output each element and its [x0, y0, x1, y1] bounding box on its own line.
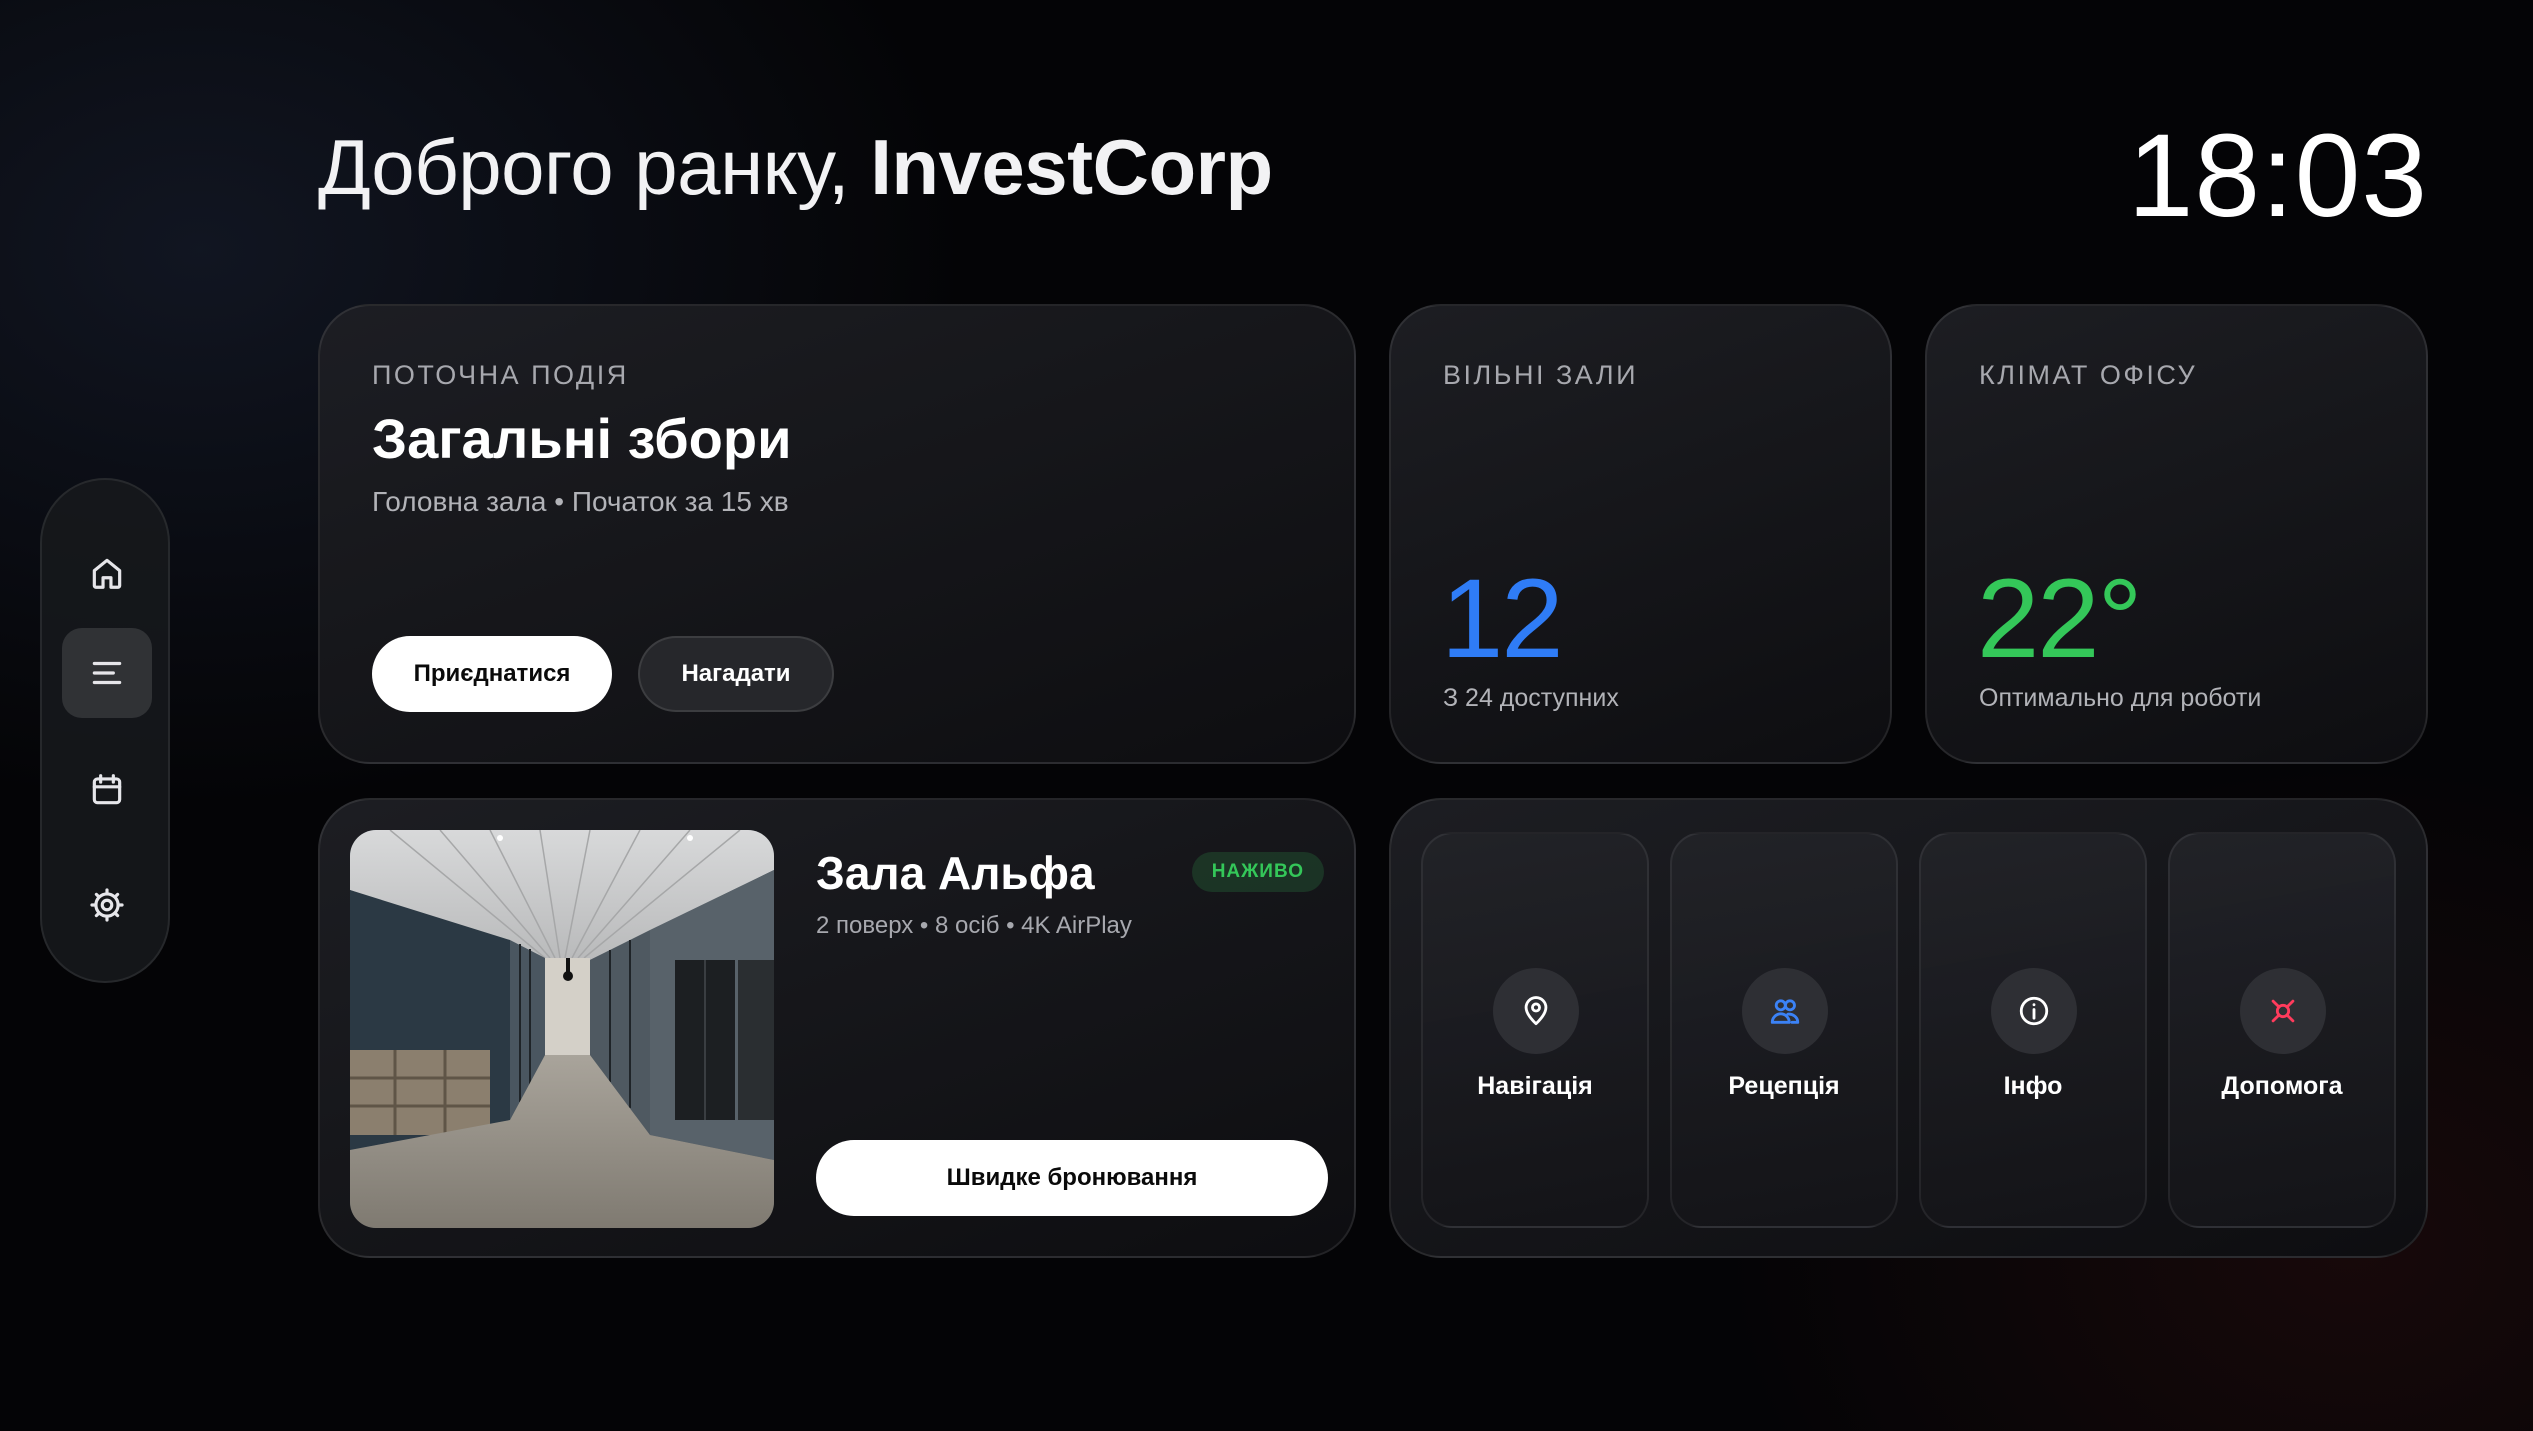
current-event-card: ПОТОЧНА ПОДІЯ Загальні збори Головна зал…: [318, 304, 1356, 764]
quick-booking-button[interactable]: Швидке бронювання: [816, 1140, 1328, 1216]
menu-icon: [92, 661, 122, 685]
home-icon: [92, 558, 122, 589]
greeting-prefix: Доброго ранку,: [318, 123, 871, 211]
gear-icon: [90, 888, 124, 922]
join-button[interactable]: Приєднатися: [372, 636, 612, 712]
room-details: 2 поверх • 8 осіб • 4K AirPlay: [816, 912, 1132, 939]
tile-navigation-label: Навігація: [1477, 1072, 1593, 1100]
free-rooms-count: 12: [1441, 556, 1564, 681]
room-name: Зала Альфа: [816, 847, 1095, 899]
dashboard-screen: Доброго ранку, InvestCorp 18:03 ПОТОЧНА …: [0, 0, 2533, 1431]
tile-navigation[interactable]: Навігація: [1421, 832, 1649, 1228]
clock: 18:03: [2127, 110, 2428, 242]
free-rooms-card[interactable]: ВІЛЬНІ ЗАЛИ 12 З 24 доступних: [1389, 304, 1892, 764]
reception-icon-circle: [1742, 968, 1828, 1054]
tile-reception-label: Рецепція: [1728, 1072, 1840, 1100]
current-event-title: Загальні збори: [372, 407, 792, 470]
room-card: Зала Альфа 2 поверх • 8 осіб • 4K AirPla…: [318, 798, 1356, 1258]
live-badge: НАЖИВО: [1191, 852, 1324, 892]
remind-button[interactable]: Нагадати: [638, 636, 834, 712]
tile-help[interactable]: Допомога: [2168, 832, 2396, 1228]
sidebar-item-menu[interactable]: [62, 628, 152, 718]
climate-caption: Оптимально для роботи: [1979, 684, 2262, 712]
free-rooms-label: ВІЛЬНІ ЗАЛИ: [1443, 360, 1638, 390]
sidebar-item-home[interactable]: [62, 528, 152, 618]
greeting: Доброго ранку, InvestCorp: [318, 122, 1273, 213]
location-pin-icon: [1524, 996, 1548, 1026]
navigation-icon-circle: [1493, 968, 1579, 1054]
info-icon: [2019, 996, 2049, 1026]
quick-actions-card: Навігація Рецепція Інфо Допомога: [1389, 798, 2428, 1258]
company-name: InvestCorp: [870, 123, 1273, 211]
free-rooms-caption: З 24 доступних: [1443, 684, 1619, 712]
sidebar: [40, 478, 170, 983]
calendar-icon: [92, 774, 122, 805]
help-icon-circle: [2240, 968, 2326, 1054]
users-icon: [1770, 999, 1800, 1024]
office-climate-label: КЛІМАТ ОФІСУ: [1979, 360, 2198, 390]
office-climate-card[interactable]: КЛІМАТ ОФІСУ 22° Оптимально для роботи: [1925, 304, 2428, 764]
sidebar-item-calendar[interactable]: [62, 745, 152, 835]
temperature-value: 22°: [1977, 556, 2142, 681]
tile-reception[interactable]: Рецепція: [1670, 832, 1898, 1228]
tile-info[interactable]: Інфо: [1919, 832, 2147, 1228]
info-icon-circle: [1991, 968, 2077, 1054]
current-event-subtitle: Головна зала • Початок за 15 хв: [372, 486, 789, 517]
tile-info-label: Інфо: [2003, 1072, 2063, 1100]
lifebuoy-icon: [2271, 999, 2295, 1023]
tile-help-label: Допомога: [2221, 1072, 2343, 1100]
room-photo: [350, 830, 774, 1228]
current-event-label: ПОТОЧНА ПОДІЯ: [372, 360, 629, 390]
sidebar-item-settings[interactable]: [62, 860, 152, 950]
